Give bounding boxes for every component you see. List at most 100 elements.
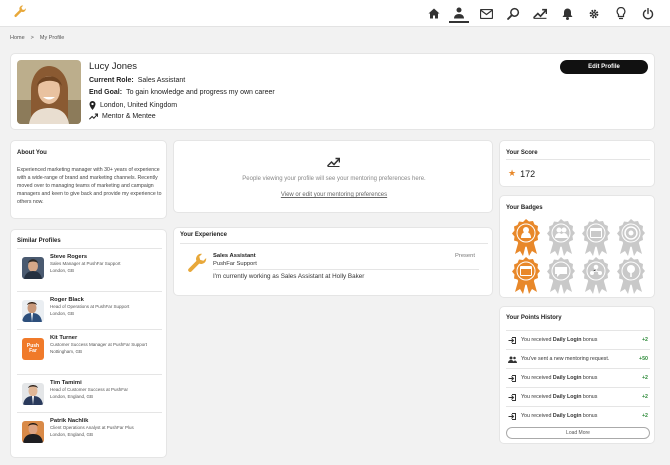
profile-card: Lucy Jones Current Role: Sales Assistant… <box>10 53 655 130</box>
location-text: London, United Kingdom <box>100 102 178 109</box>
tree-badge[interactable] <box>617 256 645 294</box>
mentor-badge[interactable] <box>547 218 575 256</box>
job-company: PushFar Support <box>213 261 257 267</box>
points-history-row: You received Daily Login bonus +2 <box>506 387 650 406</box>
divider <box>506 159 650 160</box>
edit-profile-button[interactable]: Edit Profile <box>560 60 648 74</box>
target-badge[interactable] <box>617 218 645 256</box>
load-more-button[interactable]: Load More <box>506 427 650 439</box>
score-value: ★ 172 <box>508 168 535 179</box>
location: London, United Kingdom <box>89 101 177 110</box>
breadcrumb-separator: > <box>30 35 34 41</box>
about-text: Experienced marketing manager with 30+ y… <box>17 167 162 206</box>
points-history-row: You received Daily Login bonus +2 <box>506 330 650 349</box>
breadcrumb-current: My Profile <box>39 35 65 41</box>
badges-card: Your Badges <box>499 195 655 298</box>
job-period: Present <box>455 253 475 259</box>
about-title: About You <box>17 150 47 156</box>
similar-profile-name: Kit Turner <box>50 335 78 341</box>
similar-profile-row[interactable]: Steve Rogers Sales Manager at PushFar Su… <box>17 248 162 286</box>
people-icon <box>508 356 518 363</box>
login-icon <box>508 374 518 382</box>
lightbulb-icon[interactable] <box>611 4 631 23</box>
location-pin-icon <box>89 101 96 110</box>
breadcrumb-home[interactable]: Home <box>10 35 25 41</box>
edit-mentoring-preferences-link[interactable]: View or edit your mentoring preferences <box>174 192 494 198</box>
end-goal-label: End Goal: <box>89 89 123 96</box>
similar-profile-row[interactable]: Roger Black Head of Operations at PushFa… <box>17 291 162 329</box>
score-number: 172 <box>520 168 536 179</box>
mail-icon[interactable] <box>476 4 496 23</box>
similar-profile-row[interactable]: Push Far Kit Turner Customer Success Mana… <box>17 329 162 374</box>
calendar-badge[interactable] <box>512 256 540 294</box>
end-goal-value: To gain knowledge and progress my own ca… <box>126 89 275 96</box>
similar-profile-role: Customer Success Manager at PushFar Supp… <box>50 342 160 355</box>
similar-profile-name: Tim Tamimi <box>50 380 82 386</box>
score-title: Your Score <box>506 150 538 156</box>
avatar <box>22 257 44 279</box>
points-value: +2 <box>641 394 648 400</box>
trending-icon <box>89 113 98 120</box>
similar-profiles-card: Similar Profiles Steve Rogers Sales Mana… <box>10 229 167 458</box>
similar-profile-role: Client Operations Analyst at PushFar Plu… <box>50 425 160 438</box>
points-history-text: You received Daily Login bonus <box>521 413 598 419</box>
trending-icon[interactable] <box>530 4 550 23</box>
avatar <box>22 421 44 443</box>
experience-card: Your Experience Sales Assistant PushFar … <box>173 227 493 296</box>
bell-icon[interactable] <box>557 4 577 23</box>
gear-icon[interactable] <box>584 4 604 23</box>
breadcrumb: Home > My Profile <box>10 35 64 41</box>
wrench-icon[interactable] <box>13 5 27 19</box>
similar-profile-name: Roger Black <box>50 297 84 303</box>
similar-profile-row[interactable]: Patrik Nachlik Client Operations Analyst… <box>17 412 162 450</box>
points-history-row: You received Daily Login bonus +2 <box>506 406 650 425</box>
similar-profile-location: London, England, GB <box>50 394 94 399</box>
similar-profile-row[interactable]: Tim Tamimi Head of Customer Success at P… <box>17 374 162 412</box>
login-icon <box>508 393 518 401</box>
login-icon <box>508 412 518 420</box>
wrench-icon <box>186 253 208 275</box>
points-history-row: You've sent a new mentoring request. +50 <box>506 349 650 368</box>
points-value: +2 <box>641 413 648 419</box>
group-badge[interactable] <box>582 256 610 294</box>
top-nav-bar <box>0 0 670 27</box>
about-card: About You Experienced marketing manager … <box>10 140 167 219</box>
similar-profile-role: Head of Customer Success at PushFar Londo… <box>50 387 160 400</box>
job-description: I'm currently working as Sales Assistant… <box>213 273 365 280</box>
search-icon[interactable] <box>503 4 523 23</box>
similar-profile-location: London, GB <box>50 268 75 273</box>
points-history-title: Your Points History <box>506 315 562 321</box>
profile-name: Lucy Jones <box>89 61 138 72</box>
current-role-label: Current Role: <box>89 77 134 84</box>
points-history-text: You received Daily Login bonus <box>521 375 598 381</box>
similar-profiles-title: Similar Profiles <box>17 238 61 244</box>
similar-profile-location: Nottingham, GB <box>50 349 83 354</box>
trending-icon <box>327 157 340 167</box>
current-role: Current Role: Sales Assistant <box>89 77 185 84</box>
avatar <box>22 300 44 322</box>
points-history-card: Your Points History Load More You receiv… <box>499 306 655 444</box>
mentee-badge[interactable] <box>512 218 540 256</box>
current-role-value: Sales Assistant <box>137 77 186 84</box>
avatar <box>22 383 44 405</box>
user-icon[interactable] <box>449 4 469 23</box>
points-value: +2 <box>641 337 648 343</box>
experience-title: Your Experience <box>180 232 227 238</box>
mentor-status-text: Mentor & Mentee <box>102 113 156 120</box>
score-card: Your Score ★ 172 <box>499 140 655 187</box>
similar-profile-name: Steve Rogers <box>50 254 88 260</box>
badges-title: Your Badges <box>506 205 543 211</box>
calendar-badge[interactable] <box>582 218 610 256</box>
power-icon[interactable] <box>638 4 658 23</box>
similar-profile-name: Patrik Nachlik <box>50 418 89 424</box>
points-history-text: You received Daily Login bonus <box>521 337 598 343</box>
login-icon <box>508 336 518 344</box>
divider <box>213 269 479 270</box>
home-icon[interactable] <box>424 4 444 23</box>
points-value: +50 <box>639 356 648 362</box>
points-history-text: You received Daily Login bonus <box>521 394 598 400</box>
chat-badge[interactable] <box>547 256 575 294</box>
divider <box>180 243 488 244</box>
points-history-text: You've sent a new mentoring request. <box>521 356 610 362</box>
similar-profile-role: Head of Operations at PushFar Support Lon… <box>50 304 160 317</box>
